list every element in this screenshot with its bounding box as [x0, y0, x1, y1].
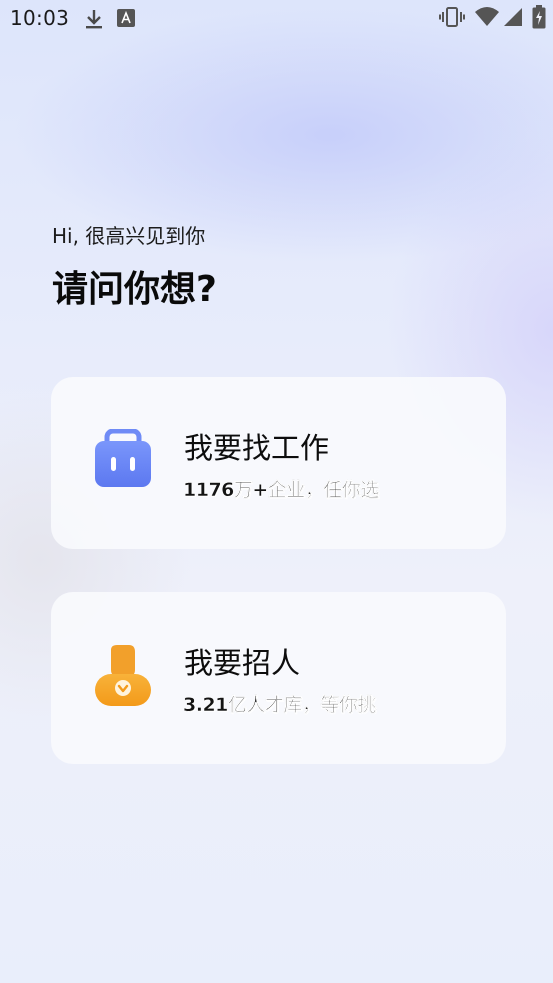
page-title: 请问你想? — [52, 269, 217, 310]
recruit-subtitle: 3.21亿人才库，等你挑 — [183, 694, 377, 716]
briefcase-icon — [95, 429, 151, 487]
battery-icon — [532, 5, 546, 29]
wifi-icon — [475, 7, 499, 26]
find-job-subtitle: 1176万+企业，任你选 — [183, 479, 380, 501]
vibrate-icon — [439, 7, 465, 27]
recruit-card[interactable]: 我要招人 3.21亿人才库，等你挑 — [51, 592, 506, 764]
signal-icon — [504, 8, 522, 26]
recruiter-person-icon — [95, 645, 151, 706]
text-a-icon — [117, 9, 135, 27]
greeting-text: Hi, 很高兴见到你 — [52, 224, 206, 248]
status-time: 10:03 — [10, 6, 70, 30]
find-job-card[interactable]: 我要找工作 1176万+企业，任你选 — [51, 377, 506, 549]
find-job-title: 我要找工作 — [184, 431, 330, 465]
status-bar: 10:03 — [0, 0, 553, 36]
download-icon — [86, 10, 102, 29]
recruit-title: 我要招人 — [184, 646, 301, 680]
